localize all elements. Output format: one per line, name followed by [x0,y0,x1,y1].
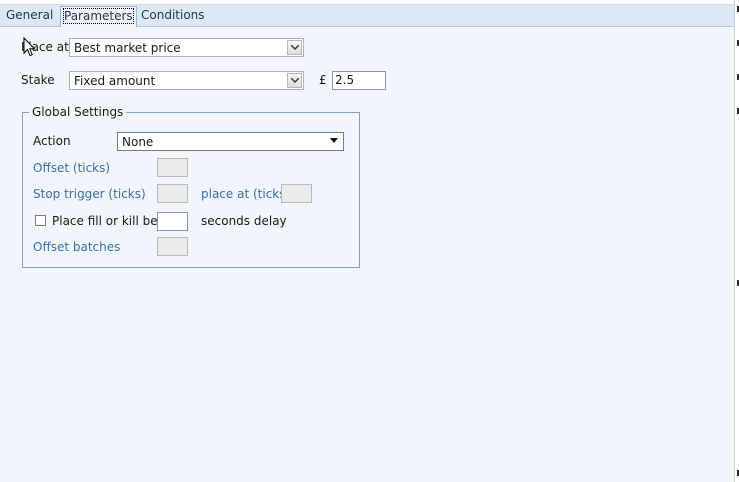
stake-dropdown[interactable]: Fixed amount [69,71,304,90]
action-value: None [122,135,154,149]
mouse-pointer-icon [23,36,36,60]
offset-ticks-label: Offset (ticks) [33,161,111,175]
global-settings-title: Global Settings [29,104,127,120]
window-right-edge [734,0,739,482]
stake-value: Fixed amount [74,74,156,88]
fill-or-kill-label: Place fill or kill bets [52,214,169,228]
offset-ticks-input[interactable] [157,158,188,177]
place-at-value: Best market price [74,41,181,55]
stop-trigger-label: Stop trigger (ticks) [33,187,146,201]
fill-or-kill-checkbox[interactable] [35,215,46,226]
offset-batches-input[interactable] [157,237,188,256]
place-at-ticks-label: place at (ticks) [201,187,291,201]
action-label: Action [33,134,71,148]
currency-symbol: £ [319,73,327,87]
offset-batches-label: Offset batches [33,240,121,254]
chevron-down-icon[interactable] [287,40,302,55]
tab-parameters[interactable]: Parameters [60,6,137,27]
stake-label: Stake [21,73,55,87]
chevron-down-icon[interactable] [287,73,302,88]
place-at-ticks-input[interactable] [281,184,312,203]
seconds-delay-label: seconds delay [201,214,287,228]
tab-general[interactable]: General [6,7,53,24]
stop-trigger-input[interactable] [157,184,188,203]
tab-bar: General Parameters Conditions [0,5,734,27]
action-dropdown[interactable]: None [117,132,344,151]
place-at-dropdown[interactable]: Best market price [69,38,304,57]
seconds-delay-input[interactable] [157,212,188,231]
tab-conditions[interactable]: Conditions [141,7,205,24]
window: General Parameters Conditions Place at B… [0,0,739,482]
stake-amount-input[interactable]: 2.5 [332,71,386,90]
chevron-down-icon[interactable] [327,134,342,149]
tab-parameters-label: Parameters [63,8,134,24]
